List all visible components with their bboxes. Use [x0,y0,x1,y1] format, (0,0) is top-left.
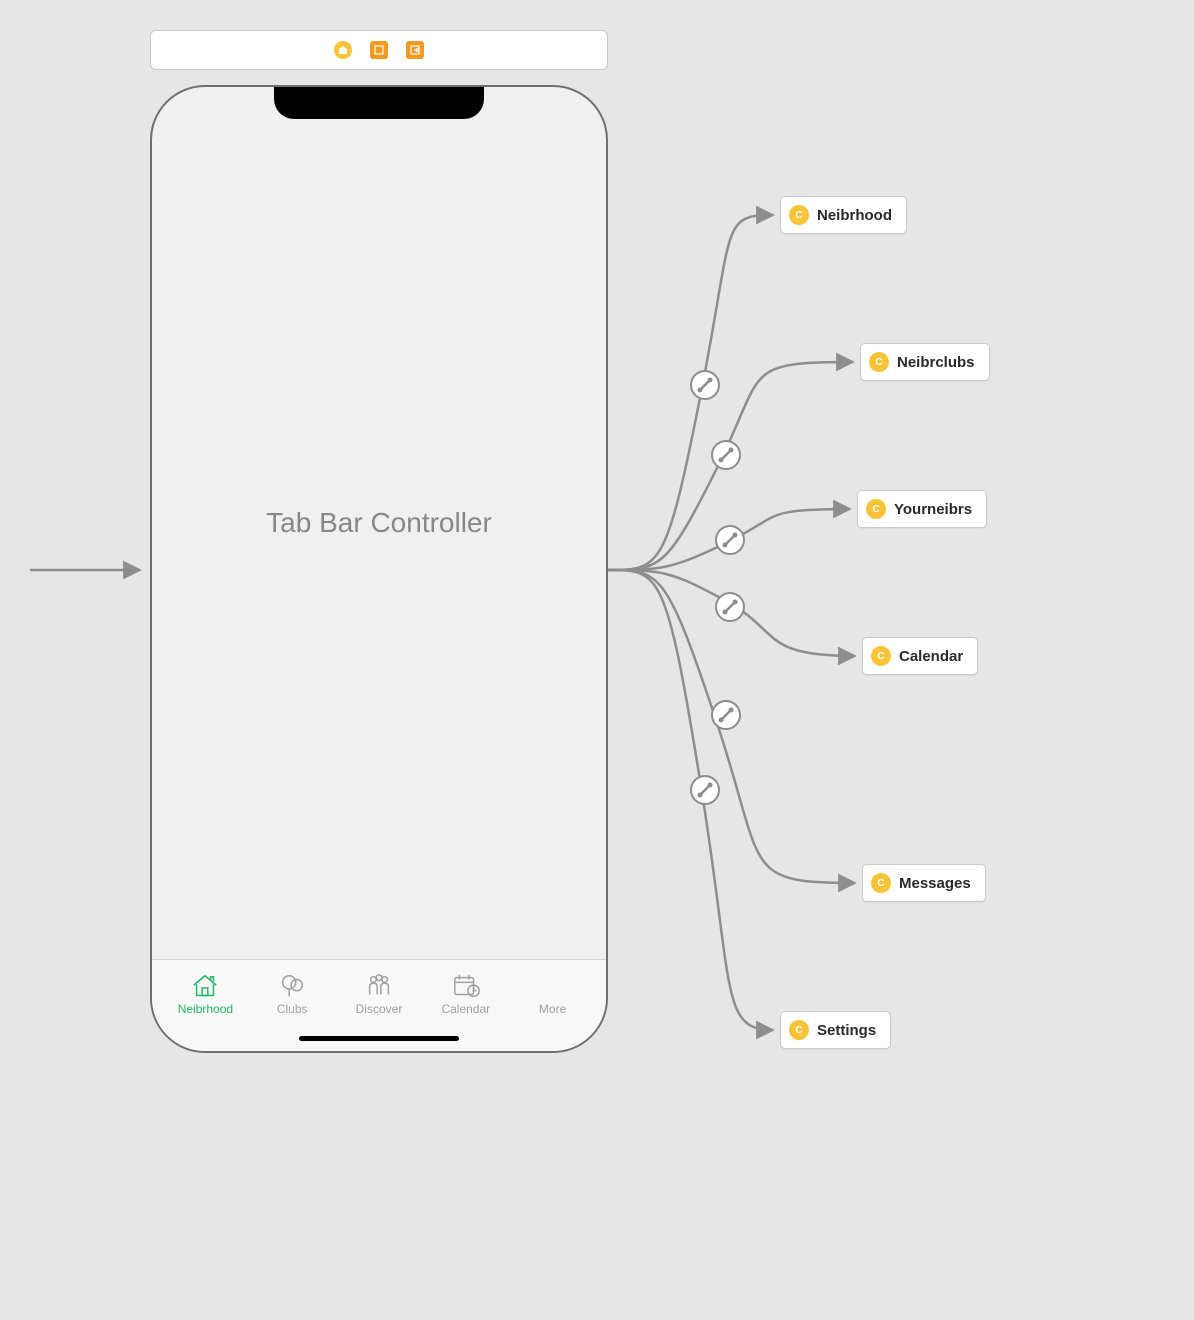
controller-circle-icon: C [789,205,809,225]
destination-label: Messages [899,875,971,892]
tab-more[interactable]: More [509,966,596,1051]
tab-label: Clubs [277,1002,308,1016]
controller-circle-icon: C [869,352,889,372]
tab-label: Calendar [441,1002,490,1016]
group-icon [364,972,394,998]
segue-badge [691,776,719,804]
controller-exit-icon [406,41,424,59]
segue-badge [716,593,744,621]
home-indicator [299,1036,459,1041]
segue-badge [716,526,744,554]
tab-label: More [539,1002,566,1016]
controller-cube-icon [370,41,388,59]
destination-settings[interactable]: C Settings [780,1011,891,1049]
destination-label: Neibrclubs [897,354,975,371]
scene-header-bar [150,30,608,70]
controller-circle-icon [334,41,352,59]
segue-badge [712,441,740,469]
controller-circle-icon: C [871,873,891,893]
club-icon [277,972,307,998]
destination-messages[interactable]: C Messages [862,864,986,902]
destination-neibrhood[interactable]: C Neibrhood [780,196,907,234]
controller-circle-icon: C [871,646,891,666]
controller-title: Tab Bar Controller [152,87,606,959]
phone-canvas: Tab Bar Controller Neibrhood [150,85,608,1053]
house-icon [190,972,220,998]
destination-label: Settings [817,1022,876,1039]
destination-label: Calendar [899,648,963,665]
destination-yourneibrs[interactable]: C Yourneibrs [857,490,987,528]
tab-label: Discover [356,1002,403,1016]
destination-calendar[interactable]: C Calendar [862,637,978,675]
destination-neibrclubs[interactable]: C Neibrclubs [860,343,990,381]
destination-label: Neibrhood [817,207,892,224]
segue-badge [712,701,740,729]
more-icon [538,972,568,998]
tab-label: Neibrhood [178,1002,233,1016]
tab-neibrhood[interactable]: Neibrhood [162,966,249,1051]
controller-circle-icon: C [866,499,886,519]
segue-badge [691,371,719,399]
controller-circle-icon: C [789,1020,809,1040]
destination-label: Yourneibrs [894,501,972,518]
calendar-icon [451,972,481,998]
